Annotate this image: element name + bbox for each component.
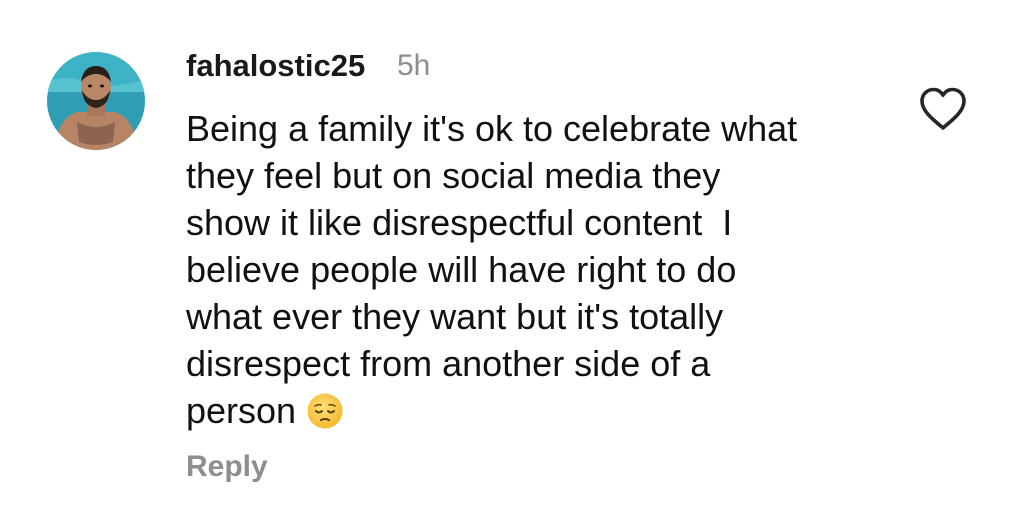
comment-item: fahalostic25 5h Being a family it's ok t… xyxy=(0,0,1024,520)
like-button[interactable] xyxy=(918,86,968,132)
comment-text: Being a family it's ok to celebrate what… xyxy=(186,105,886,434)
comment-text-line: show it like disrespectful content I xyxy=(186,202,733,243)
comment-text-line: what ever they want but it's totally xyxy=(186,296,724,337)
comment-text-line: disrespect from another side of a xyxy=(186,343,711,384)
heart-outline-icon xyxy=(920,87,966,130)
avatar-image xyxy=(47,52,145,150)
comment-text-last-line: person xyxy=(186,387,886,434)
pensive-face-emoji-icon xyxy=(307,393,343,429)
comment-text-line: Being a family it's ok to celebrate what xyxy=(186,108,798,149)
timestamp: 5h xyxy=(397,49,431,82)
username[interactable]: fahalostic25 xyxy=(186,46,365,86)
avatar[interactable] xyxy=(47,52,145,150)
comment-text-line: believe people will have right to do xyxy=(186,249,737,290)
reply-button[interactable]: Reply xyxy=(186,447,268,487)
comment-text-line: they feel but on social media they xyxy=(186,155,721,196)
comment-text-line: person xyxy=(186,390,297,431)
